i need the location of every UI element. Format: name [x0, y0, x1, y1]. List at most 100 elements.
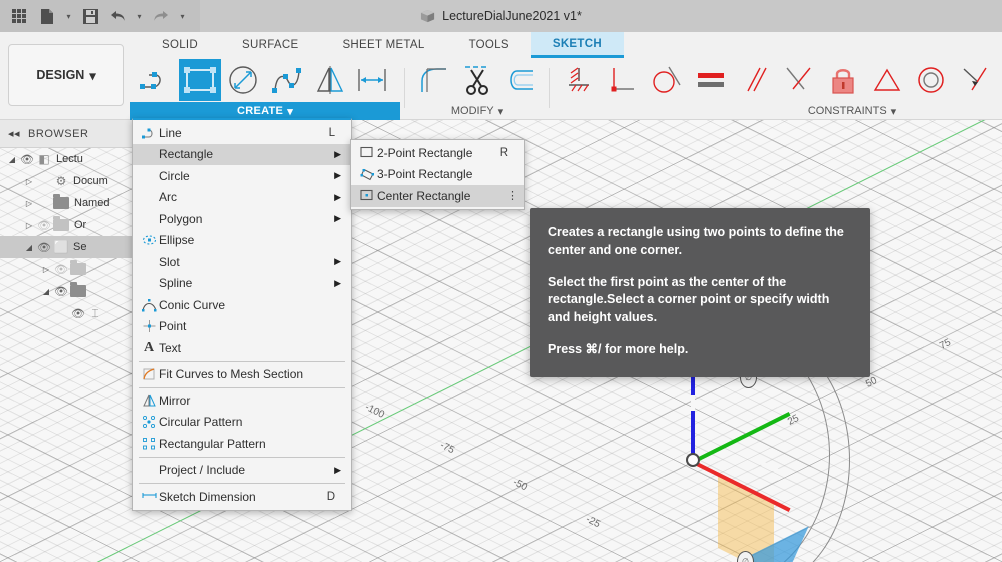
menu-item-circle[interactable]: Circle ▶ — [133, 165, 351, 187]
fix-unfix-constraint[interactable] — [822, 59, 864, 101]
workspace-selector[interactable]: DESIGN ▾ — [8, 44, 124, 106]
dimension-tool[interactable] — [353, 59, 394, 101]
tree-row[interactable]: ◢ 👁 ◧ Lectu — [0, 148, 140, 170]
equal-constraint[interactable] — [690, 59, 732, 101]
menu-item-polygon[interactable]: Polygon ▶ — [133, 208, 351, 230]
mirror-tool[interactable] — [309, 59, 350, 101]
undo-icon[interactable] — [105, 3, 131, 29]
tree-row[interactable]: ◢ 👁 — [0, 280, 140, 302]
tree-row[interactable]: 👁 ⌶ — [0, 302, 140, 324]
tab-sketch[interactable]: SKETCH — [530, 32, 624, 58]
menu-item-text[interactable]: A Text — [133, 337, 351, 359]
line-tool[interactable] — [136, 59, 177, 101]
tree-row[interactable]: ◢ 👁 ⬜ Se — [0, 236, 140, 258]
menu-item-fit-curves-to-mesh-section[interactable]: Fit Curves to Mesh Section — [133, 364, 351, 386]
line-icon — [139, 126, 159, 140]
panel-divider-1 — [404, 68, 405, 108]
menu-item-arc[interactable]: Arc ▶ — [133, 187, 351, 209]
horizontal-vertical-constraint[interactable] — [558, 59, 600, 101]
submenu-arrow-icon: ▶ — [334, 277, 341, 288]
tree-expand-arrow-icon[interactable]: ◢ — [6, 155, 18, 164]
tree-expand-arrow-icon[interactable]: ▷ — [23, 221, 35, 230]
menu-item-rectangle[interactable]: Rectangle ▶ — [133, 143, 351, 165]
rectangle-tool[interactable] — [179, 59, 221, 101]
constraints-panel-label[interactable]: CONSTRAINTS ▾ — [702, 102, 1002, 120]
tree-expand-arrow-icon[interactable]: ▷ — [40, 265, 52, 274]
document-cube-icon — [421, 9, 435, 22]
ellipse-icon — [139, 233, 159, 247]
submenu-item-center-rectangle[interactable]: Center Rectangle ⋮ — [351, 185, 524, 207]
tree-expand-arrow-icon[interactable]: ▷ — [23, 177, 35, 186]
offset-tool[interactable] — [499, 59, 540, 101]
visibility-eye-icon[interactable]: 👁 — [35, 219, 53, 232]
symmetry-constraint[interactable] — [954, 59, 996, 101]
perpendicular-constraint[interactable] — [778, 59, 820, 101]
circle-tool[interactable] — [223, 59, 264, 101]
concentric-constraint[interactable] — [910, 59, 952, 101]
tab-sheet-metal[interactable]: SHEET METAL — [320, 32, 446, 58]
browser-header[interactable]: ◂◂ BROWSER — [0, 120, 140, 148]
visibility-eye-icon[interactable]: 👁 — [52, 263, 70, 276]
menu-item-project-include[interactable]: Project / Include ▶ — [133, 460, 351, 482]
visibility-eye-icon[interactable]: 👁 — [69, 307, 87, 320]
tangent-constraint[interactable] — [646, 59, 688, 101]
coincident-constraint[interactable] — [602, 59, 644, 101]
tree-row[interactable]: ▷ 👁 Or — [0, 214, 140, 236]
redo-icon[interactable] — [148, 3, 174, 29]
midpoint-constraint[interactable] — [866, 59, 908, 101]
menu-item-point[interactable]: Point — [133, 316, 351, 338]
visibility-eye-icon[interactable]: 👁 — [35, 241, 53, 254]
tree-item-label: Lectu — [56, 153, 83, 165]
menu-item-slot[interactable]: Slot ▶ — [133, 251, 351, 273]
menu-item-circular-pattern[interactable]: Circular Pattern — [133, 412, 351, 434]
save-icon[interactable] — [77, 3, 103, 29]
menu-item-conic-curve[interactable]: Conic Curve — [133, 294, 351, 316]
tree-row[interactable]: ▷ 👁 — [0, 258, 140, 280]
tree-expand-arrow-icon[interactable]: ◢ — [23, 243, 35, 252]
menu-item-label: Sketch Dimension — [159, 489, 256, 504]
submenu-item-3-point-rectangle[interactable]: 3-Point Rectangle — [351, 164, 524, 186]
tab-solid[interactable]: SOLID — [140, 32, 220, 58]
sketch-icon: ⌶ — [91, 305, 99, 320]
tree-row[interactable]: ▷ ⚙ Docum — [0, 170, 140, 192]
menu-separator — [139, 360, 345, 362]
constraints-label-text: CONSTRAINTS — [807, 105, 887, 117]
parallel-constraint[interactable] — [734, 59, 776, 101]
menu-item-spline[interactable]: Spline ▶ — [133, 273, 351, 295]
new-file-caret-icon[interactable]: ▾ — [62, 3, 75, 29]
submenu-item-2-point-rectangle[interactable]: 2-Point Rectangle R — [351, 142, 524, 164]
collapse-icon[interactable]: ◂◂ — [8, 127, 20, 140]
undo-caret-icon[interactable]: ▾ — [133, 3, 146, 29]
menu-item-mirror[interactable]: Mirror — [133, 390, 351, 412]
tree-row[interactable]: ▷ Named — [0, 192, 140, 214]
menu-item-ellipse[interactable]: Ellipse — [133, 230, 351, 252]
submenu-item-label: 2-Point Rectangle — [377, 145, 473, 160]
tab-surface[interactable]: SURFACE — [220, 32, 320, 58]
spline-tool[interactable] — [266, 59, 307, 101]
redo-caret-icon[interactable]: ▾ — [176, 3, 189, 29]
dimension-icon — [139, 490, 159, 504]
tab-tools[interactable]: TOOLS — [447, 32, 531, 58]
fillet-tool[interactable] — [414, 59, 455, 101]
sketch-origin-point[interactable] — [686, 453, 700, 467]
tab-label: TOOLS — [468, 39, 509, 51]
menu-item-sketch-dimension[interactable]: Sketch Dimension D — [133, 486, 351, 508]
tree-expand-arrow-icon[interactable]: ▷ — [23, 199, 35, 208]
menu-separator — [139, 456, 345, 458]
menu-item-label: Fit Curves to Mesh Section — [159, 367, 304, 382]
menu-item-rectangular-pattern[interactable]: Rectangular Pattern — [133, 433, 351, 455]
menu-item-line[interactable]: Line L — [133, 122, 351, 144]
trim-tool[interactable] — [457, 59, 498, 101]
modify-panel-label[interactable]: MODIFY ▾ — [408, 102, 546, 120]
overflow-menu-icon[interactable]: ⋮ — [507, 189, 518, 202]
create-dropdown-menu: Line L Rectangle ▶ Circle ▶ Arc ▶ Polygon ▶ Ellips… — [132, 118, 352, 511]
menu-separator — [139, 387, 345, 388]
tab-label: SKETCH — [552, 37, 602, 50]
apps-grid-icon[interactable] — [6, 3, 32, 29]
tree-expand-arrow-icon[interactable]: ◢ — [40, 287, 52, 296]
visibility-eye-icon[interactable]: 👁 — [52, 285, 70, 298]
visibility-eye-icon[interactable]: 👁 — [18, 153, 36, 166]
mirror-icon — [139, 394, 159, 408]
modify-caret-icon: ▾ — [497, 105, 504, 118]
new-file-icon[interactable] — [34, 3, 60, 29]
